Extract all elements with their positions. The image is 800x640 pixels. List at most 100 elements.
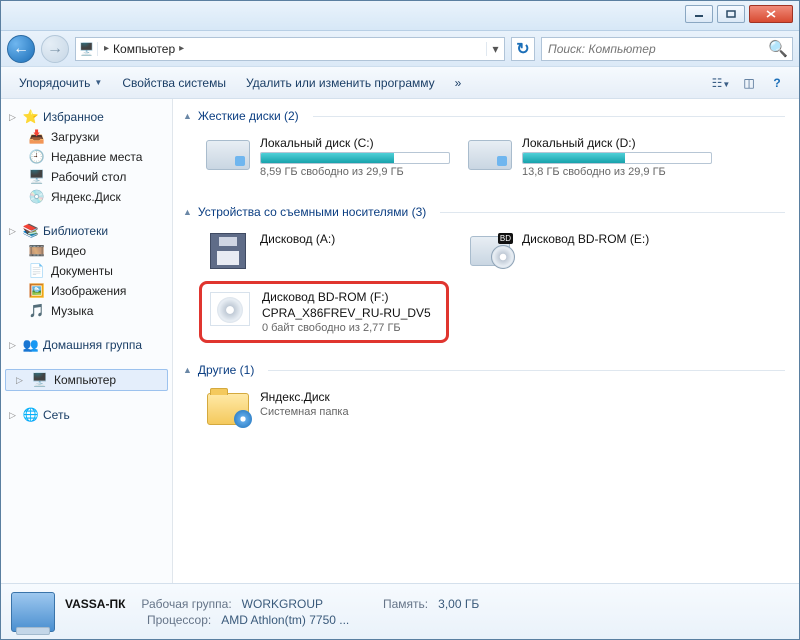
sidebar-item-desktop[interactable]: 🖥️ Рабочий стол bbox=[1, 167, 172, 187]
items-view: ▲Жесткие диски (2) Локальный диск (C:) 8… bbox=[173, 99, 799, 583]
item-subtitle: Системная папка bbox=[260, 406, 442, 418]
group-header[interactable]: ▲Другие (1) bbox=[181, 357, 787, 383]
item-yandex-disk[interactable]: Яндекс.Диск Системная папка bbox=[199, 383, 449, 435]
sidebar-label: Изображения bbox=[51, 284, 126, 298]
breadcrumb-segment[interactable]: ▸Компьютер▸ bbox=[98, 42, 190, 56]
libraries-icon: 📚 bbox=[23, 223, 39, 239]
search-input[interactable] bbox=[546, 41, 764, 57]
toolbar-label: Удалить или изменить программу bbox=[246, 76, 435, 90]
preview-pane-button[interactable]: ◫ bbox=[737, 76, 761, 90]
memory-value: 3,00 ГБ bbox=[438, 597, 479, 611]
sidebar-label: Яндекс.Диск bbox=[51, 190, 121, 204]
homegroup-icon: 👥 bbox=[23, 337, 39, 353]
organize-menu[interactable]: Упорядочить▼ bbox=[11, 73, 110, 93]
sidebar-item-music[interactable]: 🎵 Музыка bbox=[1, 301, 172, 321]
address-bar[interactable]: 🖥️ ▸Компьютер▸ ▾ bbox=[75, 37, 505, 61]
maximize-button[interactable] bbox=[717, 5, 745, 23]
system-properties-button[interactable]: Свойства системы bbox=[114, 73, 234, 93]
drive-bdrom-e[interactable]: BD Дисковод BD-ROM (E:) bbox=[461, 225, 711, 277]
refresh-icon: ↻ bbox=[516, 39, 529, 59]
arrow-right-icon: → bbox=[47, 40, 63, 58]
help-button[interactable]: ? bbox=[765, 76, 789, 90]
arrow-left-icon: ← bbox=[13, 40, 29, 58]
sidebar-label: Музыка bbox=[51, 304, 93, 318]
sidebar-item-recent[interactable]: 🕘Недавние места bbox=[1, 147, 172, 167]
drive-free-text: 13,8 ГБ свободно из 29,9 ГБ bbox=[522, 166, 712, 178]
drive-floppy-a[interactable]: Дисковод (A:) bbox=[199, 225, 449, 277]
disc-install-icon: ↓ bbox=[208, 290, 252, 328]
divider bbox=[440, 212, 785, 213]
bd-badge: BD bbox=[498, 233, 513, 244]
sidebar-label: Видео bbox=[51, 244, 86, 258]
cpu-label: Процессор: bbox=[147, 613, 211, 627]
sidebar-label: Рабочий стол bbox=[51, 170, 126, 184]
workgroup-label: Рабочая группа: bbox=[141, 597, 231, 611]
expand-icon: ▷ bbox=[9, 112, 19, 123]
picture-icon: 🖼️ bbox=[29, 283, 45, 299]
capacity-bar bbox=[260, 152, 450, 164]
hdd-icon bbox=[206, 136, 250, 174]
group-removable: ▲Устройства со съемными носителями (3) Д… bbox=[181, 199, 787, 343]
sidebar-item-documents[interactable]: 📄Документы bbox=[1, 261, 172, 281]
minimize-button[interactable] bbox=[685, 5, 713, 23]
video-icon: 🎞️ bbox=[29, 243, 45, 259]
libraries-header[interactable]: ▷📚Библиотеки bbox=[1, 221, 172, 241]
drive-name: Локальный диск (D:) bbox=[522, 136, 712, 150]
document-icon: 📄 bbox=[29, 263, 45, 279]
view-options-button[interactable]: ☷▼ bbox=[709, 76, 733, 90]
drive-local-c[interactable]: Локальный диск (C:) 8,59 ГБ свободно из … bbox=[199, 129, 449, 185]
favorites-header[interactable]: ▷⭐Избранное bbox=[1, 107, 172, 127]
group-title: Жесткие диски (2) bbox=[198, 109, 299, 123]
group-label: Домашняя группа bbox=[43, 338, 142, 352]
desktop-icon: 🖥️ bbox=[29, 169, 45, 185]
sidebar-label: Компьютер bbox=[54, 373, 116, 387]
computer-icon: 🖥️ bbox=[76, 42, 98, 56]
music-icon: 🎵 bbox=[29, 303, 45, 319]
forward-button[interactable]: → bbox=[41, 35, 69, 63]
sidebar-item-downloads[interactable]: 📥Загрузки bbox=[1, 127, 172, 147]
sidebar-item-videos[interactable]: 🎞️ Видео bbox=[1, 241, 172, 261]
chevron-right-icon: ▸ bbox=[179, 43, 184, 54]
drive-free-text: 0 байт свободно из 2,77 ГБ bbox=[262, 322, 440, 334]
drive-name: Дисковод BD-ROM (F:) bbox=[262, 290, 440, 304]
homegroup-group: ▷👥Домашняя группа bbox=[1, 335, 172, 355]
search-box[interactable]: 🔍 bbox=[541, 37, 793, 61]
drive-name: Дисковод (A:) bbox=[260, 232, 442, 246]
sidebar-item-yandex-disk[interactable]: 💿Яндекс.Диск bbox=[1, 187, 172, 207]
group-label: Библиотеки bbox=[43, 224, 108, 238]
computer-large-icon bbox=[11, 592, 55, 632]
navigation-pane: ▷⭐Избранное 📥Загрузки 🕘Недавние места 🖥️… bbox=[1, 99, 173, 583]
memory-label: Память: bbox=[383, 597, 428, 611]
refresh-button[interactable]: ↻ bbox=[511, 37, 535, 61]
help-icon: ? bbox=[773, 76, 780, 90]
address-dropdown[interactable]: ▾ bbox=[486, 42, 504, 56]
close-button[interactable] bbox=[749, 5, 793, 23]
chevron-down-icon: ▼ bbox=[722, 80, 730, 89]
network-header[interactable]: ▷🌐Сеть bbox=[1, 405, 172, 425]
drive-local-d[interactable]: Локальный диск (D:) 13,8 ГБ свободно из … bbox=[461, 129, 711, 185]
expand-icon: ▷ bbox=[9, 410, 19, 421]
star-icon: ⭐ bbox=[23, 109, 39, 125]
breadcrumb-label: Компьютер bbox=[113, 42, 175, 56]
drive-volume-label: CPRA_X86FREV_RU-RU_DV5 bbox=[262, 306, 440, 320]
uninstall-program-button[interactable]: Удалить или изменить программу bbox=[238, 73, 443, 93]
network-group: ▷🌐Сеть bbox=[1, 405, 172, 425]
workgroup-value: WORKGROUP bbox=[242, 597, 323, 611]
bd-icon: BD bbox=[468, 232, 512, 270]
collapse-icon: ▲ bbox=[183, 207, 192, 217]
homegroup-header[interactable]: ▷👥Домашняя группа bbox=[1, 335, 172, 355]
chevron-down-icon: ▾ bbox=[492, 42, 498, 56]
toolbar-overflow[interactable]: » bbox=[447, 73, 470, 93]
sidebar-item-pictures[interactable]: 🖼️ Изображения bbox=[1, 281, 172, 301]
sidebar-item-computer[interactable]: ▷🖥️Компьютер bbox=[5, 369, 168, 391]
group-header[interactable]: ▲Устройства со съемными носителями (3) bbox=[181, 199, 787, 225]
toolbar-label: Упорядочить bbox=[19, 76, 90, 90]
group-hard-disks: ▲Жесткие диски (2) Локальный диск (C:) 8… bbox=[181, 103, 787, 185]
computer-group: ▷🖥️Компьютер bbox=[1, 369, 172, 391]
recent-icon: 🕘 bbox=[29, 149, 45, 165]
group-header[interactable]: ▲Жесткие диски (2) bbox=[181, 103, 787, 129]
drive-name: Локальный диск (C:) bbox=[260, 136, 450, 150]
search-icon: 🔍 bbox=[768, 39, 788, 59]
drive-bdrom-f[interactable]: ↓ Дисковод BD-ROM (F:) CPRA_X86FREV_RU-R… bbox=[199, 281, 449, 343]
back-button[interactable]: ← bbox=[7, 35, 35, 63]
